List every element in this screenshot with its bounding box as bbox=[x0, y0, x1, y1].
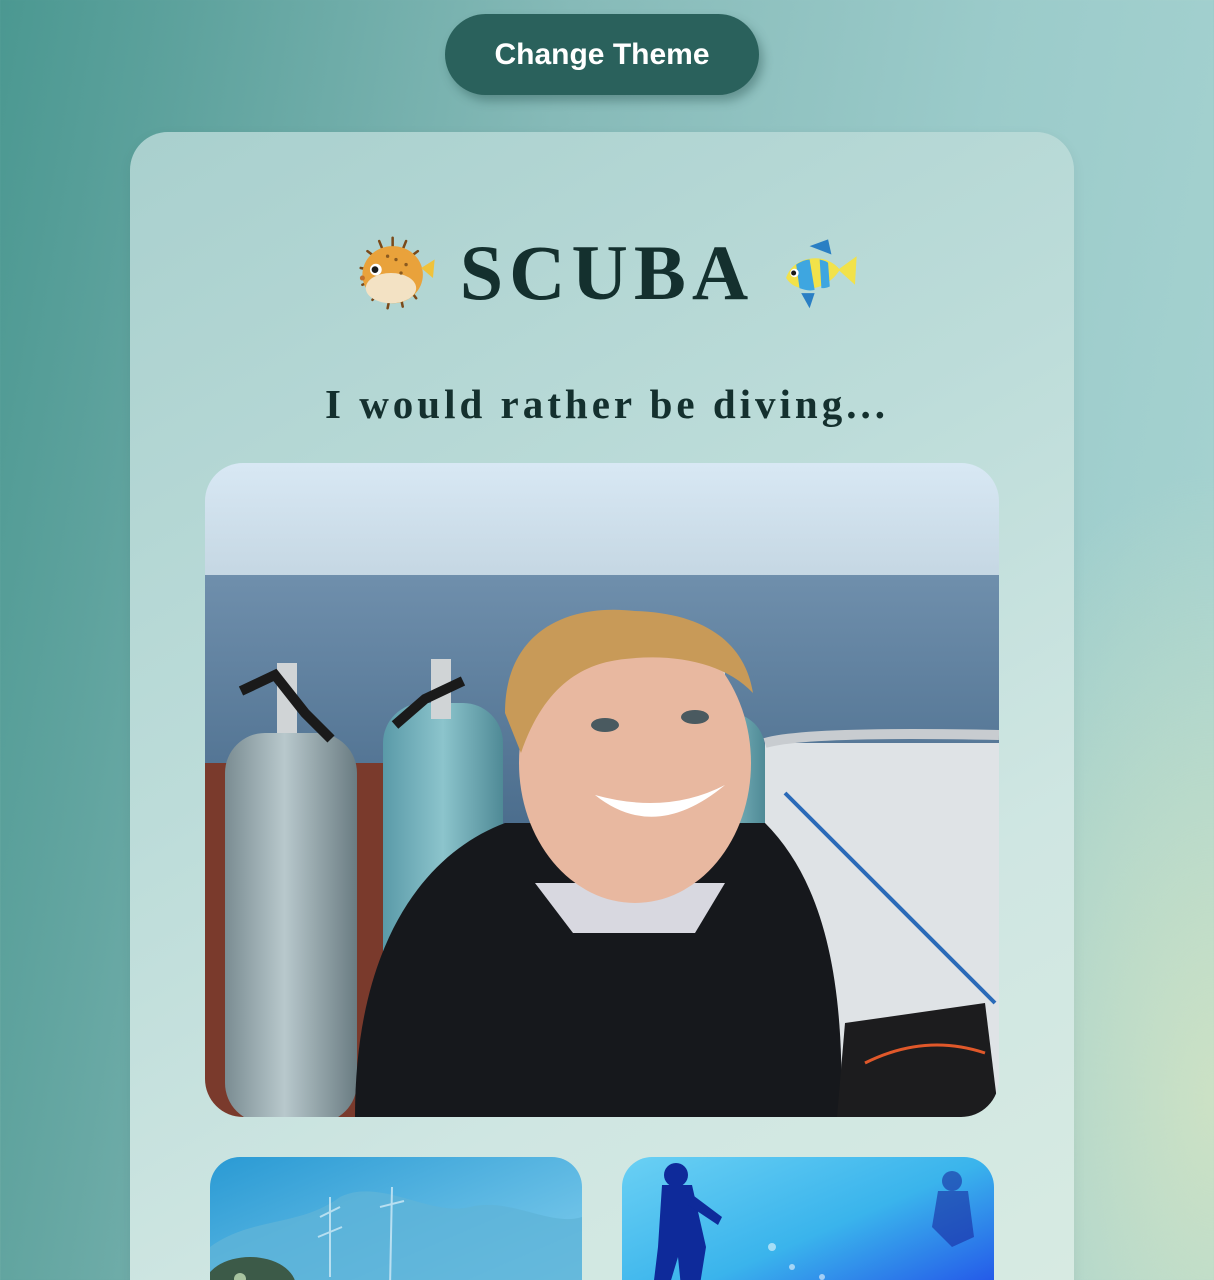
reef-photo-thumbnail bbox=[210, 1157, 582, 1280]
title-text: SCUBA bbox=[459, 229, 755, 316]
diver-photo-thumbnail bbox=[622, 1157, 994, 1280]
page-title: SCUBA bbox=[0, 228, 1214, 318]
tropical-fish-icon bbox=[786, 239, 857, 309]
page-subtitle: I would rather be diving... bbox=[324, 381, 889, 427]
main-photo bbox=[205, 463, 999, 1117]
change-theme-button[interactable]: Change Theme bbox=[445, 14, 759, 95]
pufferfish-icon bbox=[359, 236, 435, 310]
